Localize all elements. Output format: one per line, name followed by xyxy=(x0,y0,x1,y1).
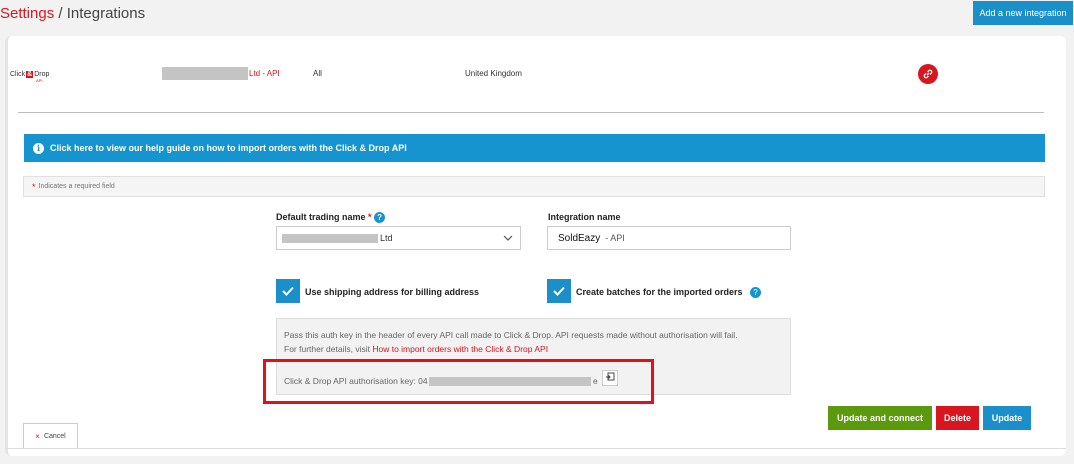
close-icon: × xyxy=(35,432,40,441)
help-guide-text: Click here to view our help guide on how… xyxy=(50,143,407,153)
breadcrumb-current: Integrations xyxy=(66,5,146,22)
add-integration-button[interactable]: Add a new integration xyxy=(973,1,1073,25)
breadcrumb: Settings / Integrations xyxy=(0,5,145,22)
highlight-box xyxy=(263,359,654,404)
integration-name-link[interactable]: Ltd - API xyxy=(249,69,280,78)
help-icon[interactable]: ? xyxy=(374,212,386,224)
auth-description: Pass this auth key in the header of ever… xyxy=(284,328,789,356)
update-button[interactable]: Update xyxy=(983,406,1031,430)
chevron-down-icon xyxy=(503,231,513,250)
integration-name-value: SoldEazy xyxy=(558,232,601,244)
breadcrumb-separator: / xyxy=(58,5,63,22)
redacted-trading-name xyxy=(282,234,378,243)
auth-line-1: Pass this auth key in the header of ever… xyxy=(284,330,738,340)
delete-button[interactable]: Delete xyxy=(936,406,979,430)
logo-sub: API xyxy=(36,78,43,83)
create-batches-checkbox[interactable] xyxy=(547,279,571,303)
breadcrumb-settings-link[interactable]: Settings xyxy=(0,5,54,22)
bottom-divider xyxy=(5,448,1066,449)
trading-name-suffix: Ltd xyxy=(380,233,393,243)
integration-name-label: Integration name xyxy=(548,212,621,222)
integration-name-suffix: - API xyxy=(605,233,625,243)
create-batches-label: Create batches for the imported orders xyxy=(576,287,743,297)
auth-help-link[interactable]: How to import orders with the Click & Dr… xyxy=(372,344,548,354)
redacted-name xyxy=(162,67,248,80)
shipping-billing-checkbox[interactable] xyxy=(276,279,300,303)
info-icon: i xyxy=(33,142,44,154)
click-drop-logo: Click & Drop API xyxy=(10,67,54,83)
trading-name-required-star: * xyxy=(368,212,372,222)
cancel-button[interactable]: × Cancel xyxy=(23,423,78,449)
integration-country: United Kingdom xyxy=(465,69,522,78)
trading-name-label: Default trading name xyxy=(276,212,366,222)
required-field-note: * Indicates a required field xyxy=(23,176,1045,197)
integration-channel: All xyxy=(313,69,322,78)
integration-name-input[interactable]: SoldEazy - API xyxy=(547,226,791,250)
update-and-connect-button[interactable]: Update and connect xyxy=(828,406,932,430)
required-star: * xyxy=(32,181,36,192)
logo-amp: & xyxy=(26,70,34,78)
auth-line-2: For further details, visit How to import… xyxy=(284,342,789,356)
trading-name-label-group: Default trading name * ? xyxy=(276,212,386,224)
cancel-label: Cancel xyxy=(43,433,66,440)
divider xyxy=(18,112,1044,113)
logo-text-right: Drop xyxy=(34,70,50,78)
help-icon[interactable]: ? xyxy=(750,287,761,298)
auth-line-2-prefix: For further details, visit xyxy=(284,344,373,354)
logo-text-left: Click xyxy=(10,70,26,78)
shipping-billing-label: Use shipping address for billing address xyxy=(305,287,480,297)
required-note-text: Indicates a required field xyxy=(38,183,115,190)
help-guide-bar[interactable]: i Click here to view our help guide on h… xyxy=(24,134,1045,162)
link-icon[interactable] xyxy=(918,64,938,84)
trading-name-select[interactable]: Ltd xyxy=(276,226,521,250)
